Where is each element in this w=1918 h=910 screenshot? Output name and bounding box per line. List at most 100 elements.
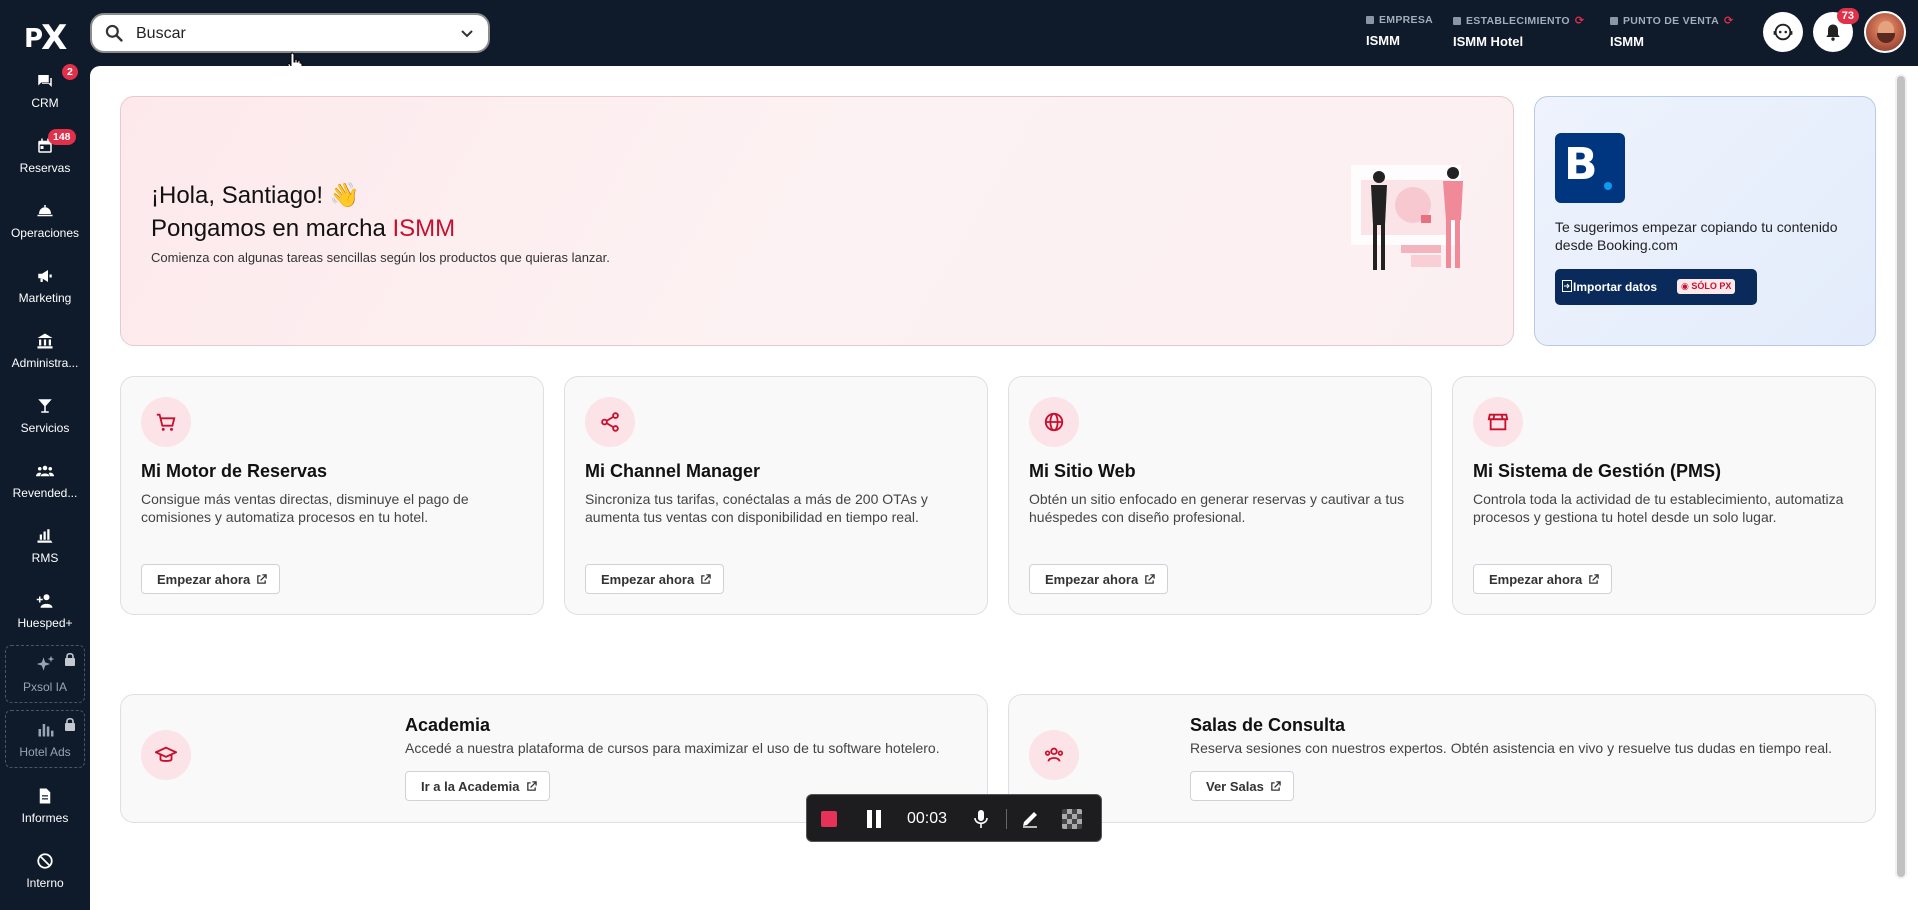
sidebar-item-reservas[interactable]: 148 Reservas	[0, 129, 90, 191]
px-logo[interactable]: PX	[24, 16, 67, 58]
sidebar-item-hotel-ads[interactable]: Hotel Ads	[5, 710, 85, 768]
booking-logo-letter: B	[1564, 139, 1598, 190]
external-link-icon	[526, 781, 537, 791]
chart-hand-icon	[37, 529, 53, 543]
switch-icon[interactable]: ⟳	[1575, 14, 1585, 27]
booking-logo: B	[1555, 133, 1625, 203]
button-label: Ir a la Academia	[421, 779, 520, 794]
external-link-icon	[1145, 574, 1155, 584]
person-add-icon	[36, 594, 53, 608]
card-title: Mi Sitio Web	[1029, 461, 1136, 481]
screen-recorder-toolbar: 00:03	[806, 794, 1102, 842]
button-label: Ver Salas	[1206, 779, 1264, 794]
sidebar-item-operaciones[interactable]: Operaciones	[0, 196, 90, 256]
top-bar: PX Buscar EMPRESA ISMM ESTABLECIMIENTO ⟳ …	[0, 0, 1918, 74]
ver-salas-button[interactable]: Ver Salas	[1190, 771, 1294, 801]
lock-icon	[65, 717, 75, 731]
sidebar-item-marketing[interactable]: Marketing	[0, 261, 90, 321]
empezar-ahora-button[interactable]: Empezar ahora	[1473, 564, 1613, 594]
building-icon	[1366, 16, 1374, 24]
microphone-icon[interactable]	[973, 809, 989, 829]
graduation-cap-icon	[141, 730, 191, 780]
button-label: Empezar ahora	[1489, 572, 1583, 587]
sidebar-item-revendedores[interactable]: Revended...	[0, 456, 90, 516]
card-description: Consigue más ventas directas, disminuye …	[141, 491, 469, 525]
card-title: Mi Channel Manager	[585, 461, 761, 481]
sidebar-item-label: Informes	[21, 811, 69, 825]
store-icon	[1473, 397, 1523, 447]
support-button[interactable]	[1763, 12, 1803, 52]
empezar-ahora-button[interactable]: Empezar ahora	[141, 564, 281, 594]
document-icon	[39, 788, 51, 804]
import-data-label: Importar datos	[1573, 280, 1658, 294]
pen-icon[interactable]	[1020, 809, 1040, 829]
sidebar-item-servicios[interactable]: Servicios	[0, 391, 90, 451]
sidebar-item-huesped[interactable]: Huesped+	[0, 586, 90, 646]
chat-icon	[38, 75, 52, 87]
card-pms: Mi Sistema de Gestión (PMS) Controla tod…	[1452, 376, 1876, 615]
search-input[interactable]: Buscar	[136, 25, 186, 43]
salas-title: Salas de Consulta	[1190, 715, 1346, 735]
sidebar-item-label: Operaciones	[10, 226, 80, 240]
bell-service-icon	[37, 205, 53, 217]
sidebar-item-administracion[interactable]: Administra...	[0, 326, 90, 386]
sidebar-item-label: Revended...	[12, 486, 78, 500]
stop-recording-button[interactable]	[821, 811, 837, 827]
chevron-down-icon[interactable]	[460, 27, 474, 41]
scrollbar-thumb[interactable]	[1897, 76, 1905, 877]
external-link-icon	[701, 574, 711, 584]
card-description: Sincroniza tus tarifas, conéctalas a más…	[585, 491, 928, 525]
empezar-ahora-button[interactable]: Empezar ahora	[585, 564, 725, 594]
punto-venta-value: ISMM	[1610, 34, 1644, 49]
logo-letter-p: P	[24, 24, 43, 54]
cart-icon	[141, 397, 191, 447]
sidebar-item-crm[interactable]: 2 CRM	[0, 64, 90, 126]
reservas-badge: 148	[48, 129, 76, 145]
pause-button[interactable]	[867, 810, 881, 828]
booking-suggestion: Te sugerimos empezar copiando tu conteni…	[1555, 219, 1838, 253]
blur-tool-icon[interactable]	[1062, 809, 1082, 829]
switch-icon[interactable]: ⟳	[1724, 14, 1734, 27]
sidebar-item-informes[interactable]: Informes	[0, 781, 90, 841]
establecimiento-selector[interactable]: ESTABLECIMIENTO ⟳ ISMM Hotel	[1453, 14, 1584, 49]
sidebar-item-label: RMS	[31, 551, 59, 565]
crm-badge: 2	[62, 64, 78, 80]
bell-icon	[1826, 24, 1840, 41]
notifications-button[interactable]: 73	[1813, 8, 1859, 52]
ir-academia-button[interactable]: Ir a la Academia	[405, 771, 550, 801]
title-prefix: Pongamos en marcha	[151, 215, 393, 242]
solo-px-pill: ◉ SÓLO PX	[1677, 279, 1736, 294]
card-description: Controla toda la actividad de tu estable…	[1473, 491, 1844, 525]
academia-title: Academia	[405, 715, 491, 735]
empresa-selector[interactable]: EMPRESA ISMM	[1366, 14, 1433, 48]
hotel-icon	[1453, 16, 1461, 25]
external-link-icon	[1271, 781, 1281, 791]
import-data-button[interactable]: Importar datos ◉ SÓLO PX	[1555, 269, 1757, 305]
empezar-ahora-button[interactable]: Empezar ahora	[1029, 564, 1169, 594]
banner-subtitle: Comienza con algunas tareas sencillas se…	[151, 250, 610, 265]
notifications-badge: 73	[1836, 8, 1859, 24]
sidebar-item-label: Administra...	[11, 356, 79, 370]
salas-card: Salas de Consulta Reserva sesiones con n…	[1008, 694, 1876, 823]
button-label: Empezar ahora	[1045, 572, 1139, 587]
people-illustration	[1351, 165, 1463, 270]
welcome-banner: ¡Hola, Santiago! 👋 Pongamos en marcha IS…	[120, 96, 1514, 346]
punto-venta-selector[interactable]: PUNTO DE VENTA ⟳ ISMM	[1610, 14, 1734, 49]
sidebar-item-pxsol-ia[interactable]: Pxsol IA	[5, 645, 85, 703]
search-combobox[interactable]: Buscar	[90, 13, 490, 53]
user-avatar[interactable]	[1864, 11, 1906, 53]
recording-timer: 00:03	[907, 810, 948, 827]
punto-venta-label: PUNTO DE VENTA	[1623, 14, 1719, 27]
sparkles-icon	[36, 655, 55, 671]
vertical-scrollbar[interactable]	[1895, 74, 1907, 879]
sidebar-item-label: Hotel Ads	[19, 745, 71, 759]
sidebar-item-rms[interactable]: RMS	[0, 521, 90, 581]
sidebar-item-label: Huesped+	[17, 616, 73, 630]
card-motor-reservas: Mi Motor de Reservas Consigue más ventas…	[120, 376, 544, 615]
sidebar-item-label: Marketing	[18, 291, 72, 305]
booking-import-card: B Te sugerimos empezar copiando tu conte…	[1534, 96, 1876, 346]
salas-description: Reserva sesiones con nuestros expertos. …	[1190, 740, 1833, 756]
card-title: Mi Sistema de Gestión (PMS)	[1473, 461, 1722, 481]
external-link-icon	[257, 574, 267, 584]
sidebar-item-interno[interactable]: Interno	[0, 846, 90, 906]
